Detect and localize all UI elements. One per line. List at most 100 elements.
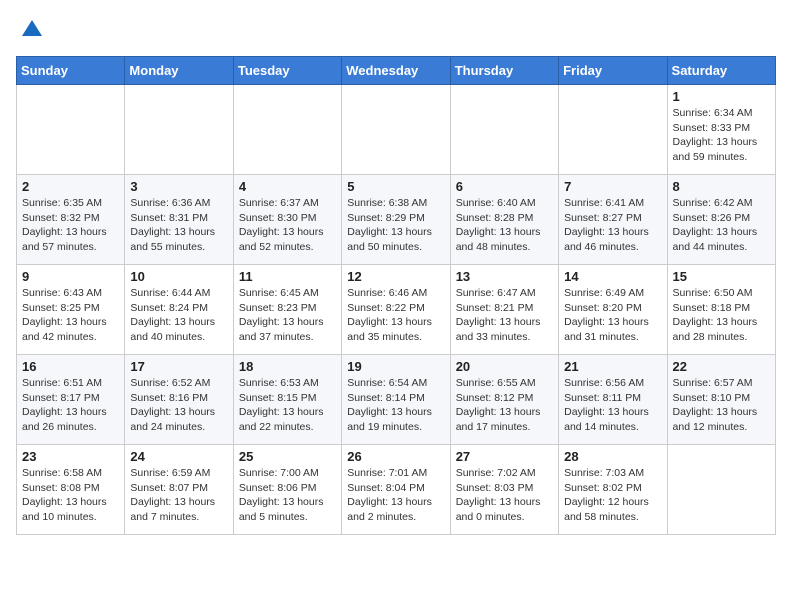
calendar-table: SundayMondayTuesdayWednesdayThursdayFrid… <box>16 56 776 535</box>
day-detail: Sunrise: 6:58 AM Sunset: 8:08 PM Dayligh… <box>22 466 119 525</box>
calendar-cell: 21 Sunrise: 6:56 AM Sunset: 8:11 PM Dayli… <box>559 355 667 445</box>
day-detail: Sunrise: 6:51 AM Sunset: 8:17 PM Dayligh… <box>22 376 119 435</box>
day-number: 21 <box>564 359 661 374</box>
calendar-cell: 18 Sunrise: 6:53 AM Sunset: 8:15 PM Dayli… <box>233 355 341 445</box>
day-number: 2 <box>22 179 119 194</box>
day-detail: Sunrise: 6:57 AM Sunset: 8:10 PM Dayligh… <box>673 376 770 435</box>
calendar-cell: 6 Sunrise: 6:40 AM Sunset: 8:28 PM Daylig… <box>450 175 558 265</box>
day-number: 24 <box>130 449 227 464</box>
calendar-cell: 13 Sunrise: 6:47 AM Sunset: 8:21 PM Dayli… <box>450 265 558 355</box>
calendar-cell <box>667 445 775 535</box>
col-header-saturday: Saturday <box>667 57 775 85</box>
calendar-week-1: 1 Sunrise: 6:34 AM Sunset: 8:33 PM Daylig… <box>17 85 776 175</box>
calendar-cell <box>125 85 233 175</box>
day-detail: Sunrise: 6:34 AM Sunset: 8:33 PM Dayligh… <box>673 106 770 165</box>
calendar-cell: 15 Sunrise: 6:50 AM Sunset: 8:18 PM Dayli… <box>667 265 775 355</box>
calendar-cell <box>450 85 558 175</box>
calendar-week-2: 2 Sunrise: 6:35 AM Sunset: 8:32 PM Daylig… <box>17 175 776 265</box>
day-number: 7 <box>564 179 661 194</box>
day-detail: Sunrise: 6:35 AM Sunset: 8:32 PM Dayligh… <box>22 196 119 255</box>
calendar-week-5: 23 Sunrise: 6:58 AM Sunset: 8:08 PM Dayli… <box>17 445 776 535</box>
calendar-cell: 27 Sunrise: 7:02 AM Sunset: 8:03 PM Dayli… <box>450 445 558 535</box>
calendar-cell: 10 Sunrise: 6:44 AM Sunset: 8:24 PM Dayli… <box>125 265 233 355</box>
day-number: 11 <box>239 269 336 284</box>
calendar-cell <box>233 85 341 175</box>
calendar-cell: 16 Sunrise: 6:51 AM Sunset: 8:17 PM Dayli… <box>17 355 125 445</box>
day-detail: Sunrise: 7:03 AM Sunset: 8:02 PM Dayligh… <box>564 466 661 525</box>
day-number: 27 <box>456 449 553 464</box>
day-number: 20 <box>456 359 553 374</box>
page-header <box>16 16 776 44</box>
day-number: 28 <box>564 449 661 464</box>
col-header-thursday: Thursday <box>450 57 558 85</box>
day-detail: Sunrise: 6:52 AM Sunset: 8:16 PM Dayligh… <box>130 376 227 435</box>
day-number: 4 <box>239 179 336 194</box>
day-detail: Sunrise: 6:36 AM Sunset: 8:31 PM Dayligh… <box>130 196 227 255</box>
day-detail: Sunrise: 6:53 AM Sunset: 8:15 PM Dayligh… <box>239 376 336 435</box>
calendar-cell: 4 Sunrise: 6:37 AM Sunset: 8:30 PM Daylig… <box>233 175 341 265</box>
calendar-cell: 11 Sunrise: 6:45 AM Sunset: 8:23 PM Dayli… <box>233 265 341 355</box>
calendar-week-3: 9 Sunrise: 6:43 AM Sunset: 8:25 PM Daylig… <box>17 265 776 355</box>
day-detail: Sunrise: 6:41 AM Sunset: 8:27 PM Dayligh… <box>564 196 661 255</box>
day-number: 10 <box>130 269 227 284</box>
day-number: 6 <box>456 179 553 194</box>
day-number: 1 <box>673 89 770 104</box>
day-number: 5 <box>347 179 444 194</box>
day-number: 13 <box>456 269 553 284</box>
day-detail: Sunrise: 6:59 AM Sunset: 8:07 PM Dayligh… <box>130 466 227 525</box>
day-number: 26 <box>347 449 444 464</box>
day-number: 17 <box>130 359 227 374</box>
col-header-friday: Friday <box>559 57 667 85</box>
calendar-cell: 22 Sunrise: 6:57 AM Sunset: 8:10 PM Dayli… <box>667 355 775 445</box>
day-detail: Sunrise: 6:49 AM Sunset: 8:20 PM Dayligh… <box>564 286 661 345</box>
day-detail: Sunrise: 6:46 AM Sunset: 8:22 PM Dayligh… <box>347 286 444 345</box>
day-number: 3 <box>130 179 227 194</box>
day-number: 8 <box>673 179 770 194</box>
calendar-week-4: 16 Sunrise: 6:51 AM Sunset: 8:17 PM Dayli… <box>17 355 776 445</box>
day-detail: Sunrise: 7:00 AM Sunset: 8:06 PM Dayligh… <box>239 466 336 525</box>
calendar-cell: 19 Sunrise: 6:54 AM Sunset: 8:14 PM Dayli… <box>342 355 450 445</box>
calendar-cell: 24 Sunrise: 6:59 AM Sunset: 8:07 PM Dayli… <box>125 445 233 535</box>
calendar-cell <box>17 85 125 175</box>
day-number: 18 <box>239 359 336 374</box>
col-header-wednesday: Wednesday <box>342 57 450 85</box>
calendar-cell: 25 Sunrise: 7:00 AM Sunset: 8:06 PM Dayli… <box>233 445 341 535</box>
calendar-cell: 28 Sunrise: 7:03 AM Sunset: 8:02 PM Dayli… <box>559 445 667 535</box>
logo-icon <box>18 16 46 44</box>
day-detail: Sunrise: 6:50 AM Sunset: 8:18 PM Dayligh… <box>673 286 770 345</box>
day-number: 15 <box>673 269 770 284</box>
day-number: 23 <box>22 449 119 464</box>
calendar-cell: 26 Sunrise: 7:01 AM Sunset: 8:04 PM Dayli… <box>342 445 450 535</box>
logo <box>16 16 46 44</box>
calendar-cell: 2 Sunrise: 6:35 AM Sunset: 8:32 PM Daylig… <box>17 175 125 265</box>
day-detail: Sunrise: 6:45 AM Sunset: 8:23 PM Dayligh… <box>239 286 336 345</box>
calendar-cell: 20 Sunrise: 6:55 AM Sunset: 8:12 PM Dayli… <box>450 355 558 445</box>
calendar-cell: 17 Sunrise: 6:52 AM Sunset: 8:16 PM Dayli… <box>125 355 233 445</box>
day-detail: Sunrise: 6:47 AM Sunset: 8:21 PM Dayligh… <box>456 286 553 345</box>
calendar-cell: 14 Sunrise: 6:49 AM Sunset: 8:20 PM Dayli… <box>559 265 667 355</box>
day-detail: Sunrise: 6:55 AM Sunset: 8:12 PM Dayligh… <box>456 376 553 435</box>
col-header-monday: Monday <box>125 57 233 85</box>
day-number: 25 <box>239 449 336 464</box>
day-detail: Sunrise: 7:02 AM Sunset: 8:03 PM Dayligh… <box>456 466 553 525</box>
calendar-cell: 7 Sunrise: 6:41 AM Sunset: 8:27 PM Daylig… <box>559 175 667 265</box>
day-number: 19 <box>347 359 444 374</box>
day-number: 9 <box>22 269 119 284</box>
day-number: 22 <box>673 359 770 374</box>
calendar-cell: 12 Sunrise: 6:46 AM Sunset: 8:22 PM Dayli… <box>342 265 450 355</box>
day-detail: Sunrise: 6:56 AM Sunset: 8:11 PM Dayligh… <box>564 376 661 435</box>
day-detail: Sunrise: 6:38 AM Sunset: 8:29 PM Dayligh… <box>347 196 444 255</box>
calendar-cell: 23 Sunrise: 6:58 AM Sunset: 8:08 PM Dayli… <box>17 445 125 535</box>
calendar-cell <box>559 85 667 175</box>
day-detail: Sunrise: 6:54 AM Sunset: 8:14 PM Dayligh… <box>347 376 444 435</box>
calendar-cell: 3 Sunrise: 6:36 AM Sunset: 8:31 PM Daylig… <box>125 175 233 265</box>
day-detail: Sunrise: 6:37 AM Sunset: 8:30 PM Dayligh… <box>239 196 336 255</box>
day-detail: Sunrise: 6:44 AM Sunset: 8:24 PM Dayligh… <box>130 286 227 345</box>
day-number: 16 <box>22 359 119 374</box>
calendar-cell <box>342 85 450 175</box>
day-detail: Sunrise: 6:40 AM Sunset: 8:28 PM Dayligh… <box>456 196 553 255</box>
day-detail: Sunrise: 6:43 AM Sunset: 8:25 PM Dayligh… <box>22 286 119 345</box>
day-number: 12 <box>347 269 444 284</box>
day-number: 14 <box>564 269 661 284</box>
day-detail: Sunrise: 7:01 AM Sunset: 8:04 PM Dayligh… <box>347 466 444 525</box>
